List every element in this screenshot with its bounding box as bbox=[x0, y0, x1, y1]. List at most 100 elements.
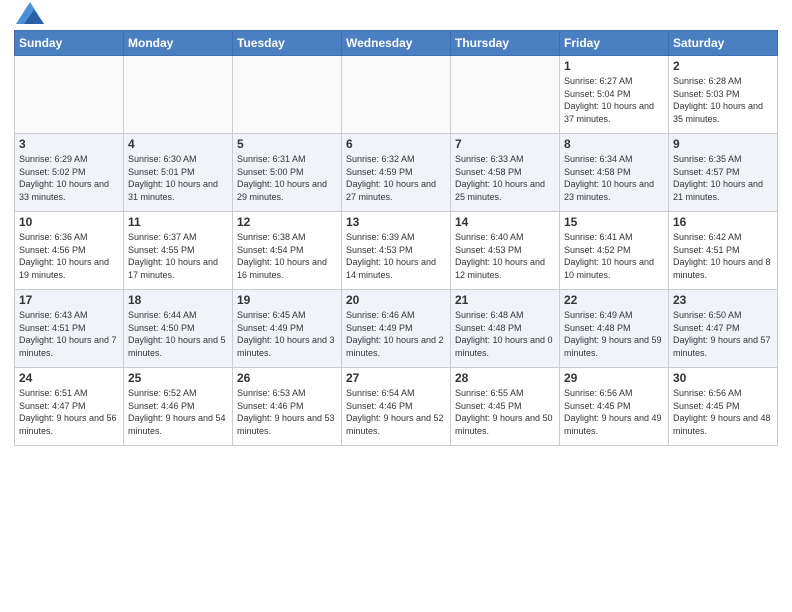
calendar-cell: 27 Sunrise: 6:54 AM Sunset: 4:46 PM Dayli… bbox=[342, 368, 451, 446]
calendar-cell: 10 Sunrise: 6:36 AM Sunset: 4:56 PM Dayli… bbox=[15, 212, 124, 290]
calendar-cell bbox=[233, 56, 342, 134]
calendar-cell: 18Sunrise: 6:44 AM Sunset: 4:50 PM Dayli… bbox=[124, 290, 233, 368]
calendar-cell bbox=[451, 56, 560, 134]
day-number: 5 bbox=[237, 137, 337, 151]
calendar-cell: 24 Sunrise: 6:51 AM Sunset: 4:47 PM Dayli… bbox=[15, 368, 124, 446]
day-number: 20 bbox=[346, 293, 446, 307]
day-info: Sunrise: 6:51 AM Sunset: 4:47 PM Dayligh… bbox=[19, 387, 119, 437]
calendar-cell: 5 Sunrise: 6:31 AM Sunset: 5:00 PM Daylig… bbox=[233, 134, 342, 212]
day-number: 7 bbox=[455, 137, 555, 151]
calendar-table: SundayMondayTuesdayWednesdayThursdayFrid… bbox=[14, 30, 778, 446]
weekday-header: Friday bbox=[560, 31, 669, 56]
day-info: Sunrise: 6:39 AM Sunset: 4:53 PM Dayligh… bbox=[346, 231, 446, 281]
calendar-cell: 17 Sunrise: 6:43 AM Sunset: 4:51 PM Dayli… bbox=[15, 290, 124, 368]
calendar-cell: 22 Sunrise: 6:49 AM Sunset: 4:48 PM Dayli… bbox=[560, 290, 669, 368]
calendar-week: 1 Sunrise: 6:27 AM Sunset: 5:04 PM Daylig… bbox=[15, 56, 778, 134]
page-header bbox=[14, 10, 778, 24]
day-number: 8 bbox=[564, 137, 664, 151]
day-number: 16 bbox=[673, 215, 773, 229]
calendar-cell: 3Sunrise: 6:29 AM Sunset: 5:02 PM Daylig… bbox=[15, 134, 124, 212]
calendar-cell: 26 Sunrise: 6:53 AM Sunset: 4:46 PM Dayli… bbox=[233, 368, 342, 446]
day-info: Sunrise: 6:48 AM Sunset: 4:48 PM Dayligh… bbox=[455, 309, 555, 359]
day-number: 29 bbox=[564, 371, 664, 385]
calendar-cell: 23 Sunrise: 6:50 AM Sunset: 4:47 PM Dayli… bbox=[669, 290, 778, 368]
day-number: 22 bbox=[564, 293, 664, 307]
calendar-cell bbox=[342, 56, 451, 134]
day-number: 10 bbox=[19, 215, 119, 229]
day-number: 13 bbox=[346, 215, 446, 229]
day-number: 11 bbox=[128, 215, 228, 229]
day-info: Sunrise: 6:43 AM Sunset: 4:51 PM Dayligh… bbox=[19, 309, 119, 359]
day-number: 23 bbox=[673, 293, 773, 307]
logo-icon bbox=[16, 2, 44, 24]
calendar-cell: 28Sunrise: 6:55 AM Sunset: 4:45 PM Dayli… bbox=[451, 368, 560, 446]
day-info: Sunrise: 6:53 AM Sunset: 4:46 PM Dayligh… bbox=[237, 387, 337, 437]
calendar-cell: 19Sunrise: 6:45 AM Sunset: 4:49 PM Dayli… bbox=[233, 290, 342, 368]
day-number: 14 bbox=[455, 215, 555, 229]
day-number: 15 bbox=[564, 215, 664, 229]
calendar-cell: 29 Sunrise: 6:56 AM Sunset: 4:45 PM Dayli… bbox=[560, 368, 669, 446]
day-number: 26 bbox=[237, 371, 337, 385]
weekday-header: Tuesday bbox=[233, 31, 342, 56]
calendar-cell: 25Sunrise: 6:52 AM Sunset: 4:46 PM Dayli… bbox=[124, 368, 233, 446]
calendar-cell: 12 Sunrise: 6:38 AM Sunset: 4:54 PM Dayli… bbox=[233, 212, 342, 290]
calendar-cell: 15 Sunrise: 6:41 AM Sunset: 4:52 PM Dayli… bbox=[560, 212, 669, 290]
weekday-header: Wednesday bbox=[342, 31, 451, 56]
weekday-header: Monday bbox=[124, 31, 233, 56]
calendar-cell: 4 Sunrise: 6:30 AM Sunset: 5:01 PM Daylig… bbox=[124, 134, 233, 212]
calendar-week: 3Sunrise: 6:29 AM Sunset: 5:02 PM Daylig… bbox=[15, 134, 778, 212]
weekday-header: Sunday bbox=[15, 31, 124, 56]
day-info: Sunrise: 6:52 AM Sunset: 4:46 PM Dayligh… bbox=[128, 387, 228, 437]
day-number: 27 bbox=[346, 371, 446, 385]
day-number: 9 bbox=[673, 137, 773, 151]
day-info: Sunrise: 6:41 AM Sunset: 4:52 PM Dayligh… bbox=[564, 231, 664, 281]
day-info: Sunrise: 6:37 AM Sunset: 4:55 PM Dayligh… bbox=[128, 231, 228, 281]
calendar-cell: 2Sunrise: 6:28 AM Sunset: 5:03 PM Daylig… bbox=[669, 56, 778, 134]
day-info: Sunrise: 6:40 AM Sunset: 4:53 PM Dayligh… bbox=[455, 231, 555, 281]
day-info: Sunrise: 6:29 AM Sunset: 5:02 PM Dayligh… bbox=[19, 153, 119, 203]
day-info: Sunrise: 6:30 AM Sunset: 5:01 PM Dayligh… bbox=[128, 153, 228, 203]
day-number: 4 bbox=[128, 137, 228, 151]
calendar-cell bbox=[124, 56, 233, 134]
calendar-cell: 1 Sunrise: 6:27 AM Sunset: 5:04 PM Daylig… bbox=[560, 56, 669, 134]
calendar-cell: 13 Sunrise: 6:39 AM Sunset: 4:53 PM Dayli… bbox=[342, 212, 451, 290]
day-number: 21 bbox=[455, 293, 555, 307]
day-info: Sunrise: 6:33 AM Sunset: 4:58 PM Dayligh… bbox=[455, 153, 555, 203]
day-info: Sunrise: 6:34 AM Sunset: 4:58 PM Dayligh… bbox=[564, 153, 664, 203]
day-number: 12 bbox=[237, 215, 337, 229]
day-info: Sunrise: 6:56 AM Sunset: 4:45 PM Dayligh… bbox=[673, 387, 773, 437]
day-info: Sunrise: 6:50 AM Sunset: 4:47 PM Dayligh… bbox=[673, 309, 773, 359]
calendar-cell bbox=[15, 56, 124, 134]
day-info: Sunrise: 6:42 AM Sunset: 4:51 PM Dayligh… bbox=[673, 231, 773, 281]
calendar-week: 17 Sunrise: 6:43 AM Sunset: 4:51 PM Dayli… bbox=[15, 290, 778, 368]
day-info: Sunrise: 6:38 AM Sunset: 4:54 PM Dayligh… bbox=[237, 231, 337, 281]
day-number: 19 bbox=[237, 293, 337, 307]
day-info: Sunrise: 6:44 AM Sunset: 4:50 PM Dayligh… bbox=[128, 309, 228, 359]
logo bbox=[14, 10, 44, 24]
weekday-header: Thursday bbox=[451, 31, 560, 56]
day-info: Sunrise: 6:36 AM Sunset: 4:56 PM Dayligh… bbox=[19, 231, 119, 281]
day-info: Sunrise: 6:27 AM Sunset: 5:04 PM Dayligh… bbox=[564, 75, 664, 125]
day-info: Sunrise: 6:46 AM Sunset: 4:49 PM Dayligh… bbox=[346, 309, 446, 359]
day-info: Sunrise: 6:31 AM Sunset: 5:00 PM Dayligh… bbox=[237, 153, 337, 203]
day-info: Sunrise: 6:54 AM Sunset: 4:46 PM Dayligh… bbox=[346, 387, 446, 437]
calendar-cell: 20 Sunrise: 6:46 AM Sunset: 4:49 PM Dayli… bbox=[342, 290, 451, 368]
calendar-cell: 16 Sunrise: 6:42 AM Sunset: 4:51 PM Dayli… bbox=[669, 212, 778, 290]
calendar-cell: 14 Sunrise: 6:40 AM Sunset: 4:53 PM Dayli… bbox=[451, 212, 560, 290]
day-number: 24 bbox=[19, 371, 119, 385]
calendar-cell: 6 Sunrise: 6:32 AM Sunset: 4:59 PM Daylig… bbox=[342, 134, 451, 212]
page-container: SundayMondayTuesdayWednesdayThursdayFrid… bbox=[0, 0, 792, 456]
day-number: 30 bbox=[673, 371, 773, 385]
day-info: Sunrise: 6:32 AM Sunset: 4:59 PM Dayligh… bbox=[346, 153, 446, 203]
day-number: 1 bbox=[564, 59, 664, 73]
calendar-cell: 11 Sunrise: 6:37 AM Sunset: 4:55 PM Dayli… bbox=[124, 212, 233, 290]
day-info: Sunrise: 6:28 AM Sunset: 5:03 PM Dayligh… bbox=[673, 75, 773, 125]
day-number: 17 bbox=[19, 293, 119, 307]
calendar-cell: 7 Sunrise: 6:33 AM Sunset: 4:58 PM Daylig… bbox=[451, 134, 560, 212]
calendar-cell: 8 Sunrise: 6:34 AM Sunset: 4:58 PM Daylig… bbox=[560, 134, 669, 212]
weekday-header: Saturday bbox=[669, 31, 778, 56]
day-number: 6 bbox=[346, 137, 446, 151]
day-info: Sunrise: 6:56 AM Sunset: 4:45 PM Dayligh… bbox=[564, 387, 664, 437]
day-info: Sunrise: 6:49 AM Sunset: 4:48 PM Dayligh… bbox=[564, 309, 664, 359]
calendar-week: 24 Sunrise: 6:51 AM Sunset: 4:47 PM Dayli… bbox=[15, 368, 778, 446]
